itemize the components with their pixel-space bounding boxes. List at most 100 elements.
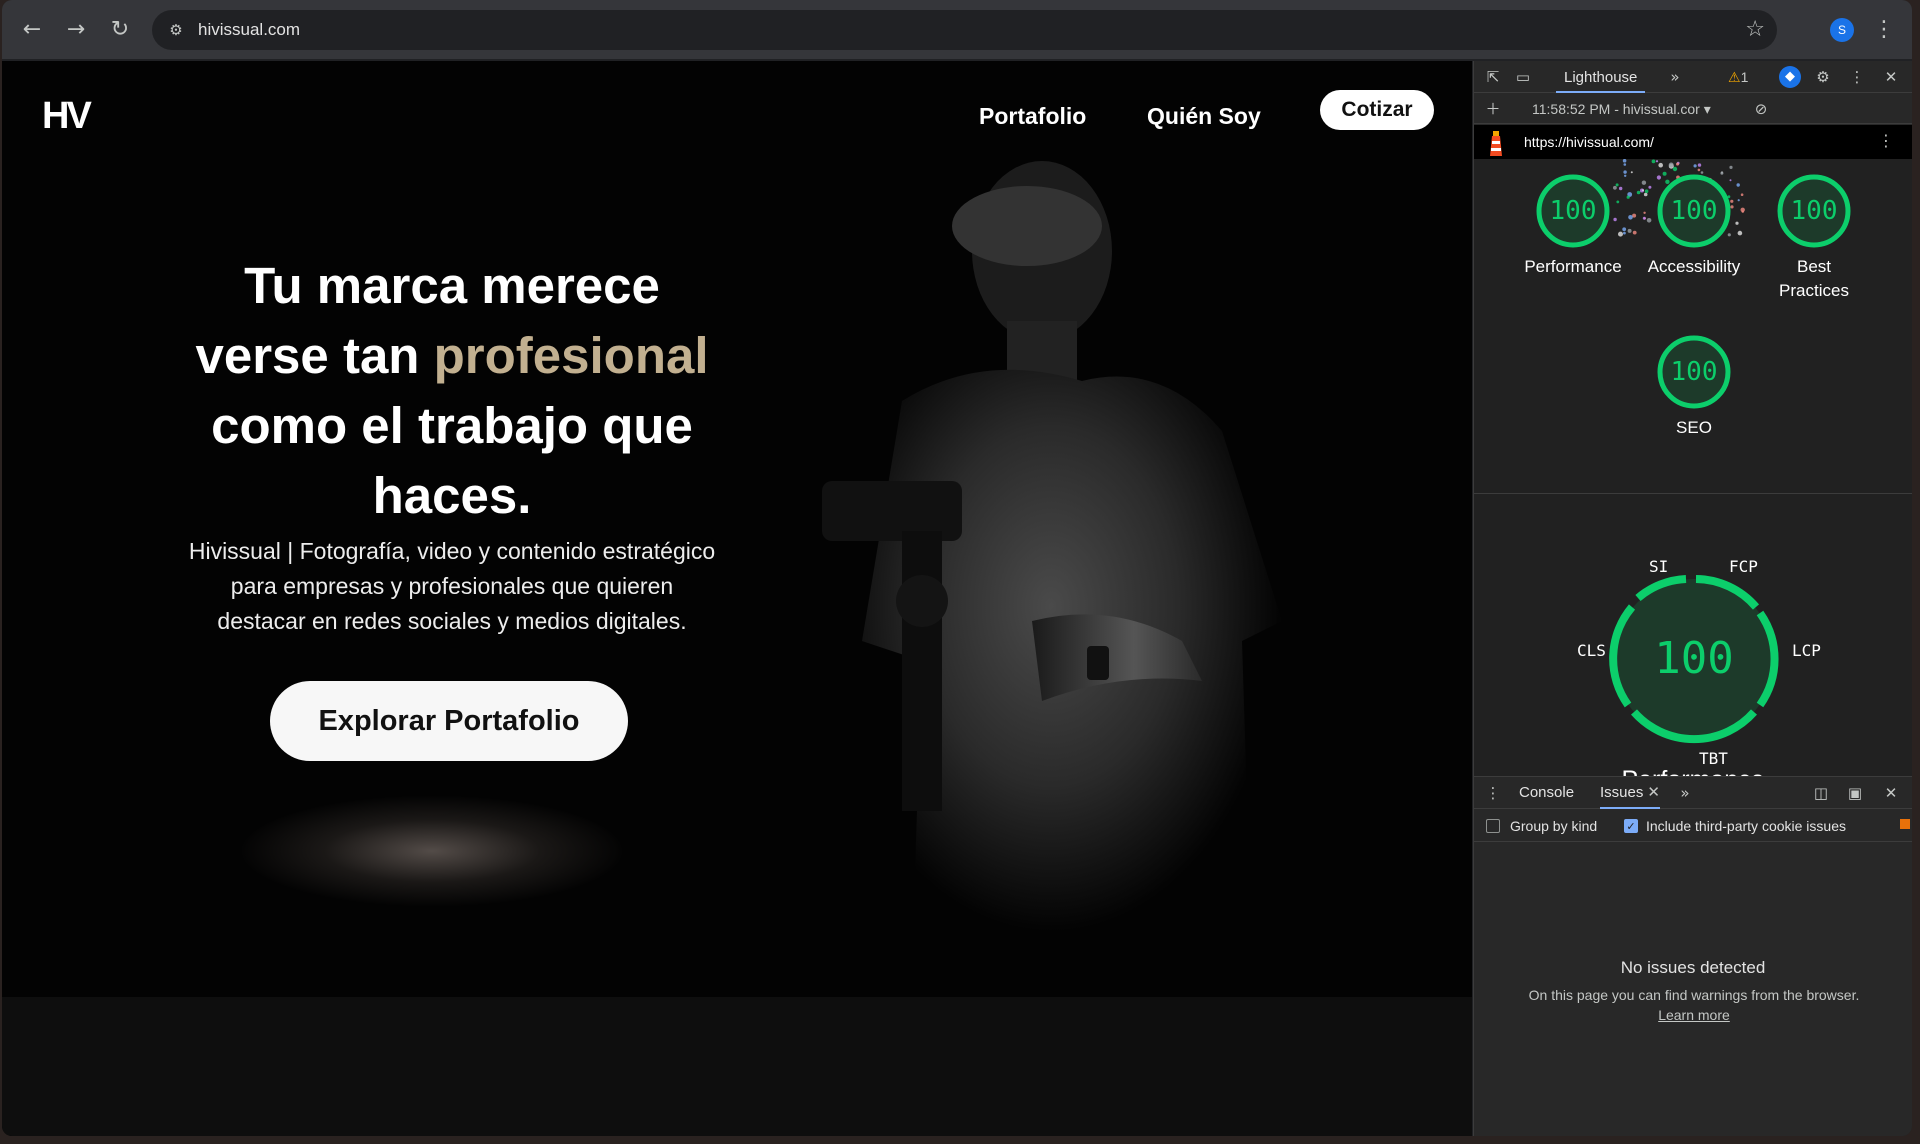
group-by-kind-label[interactable]: Group by kind [1510, 816, 1597, 836]
metric-fcp[interactable]: FCP [1729, 557, 1758, 577]
nav-portafolio[interactable]: Portafolio [979, 96, 1086, 136]
best-practices-score[interactable]: 100 [1774, 171, 1854, 251]
performance-label: Performance [1524, 257, 1622, 276]
confetti-dot [1648, 185, 1652, 189]
confetti-dot [1643, 192, 1648, 197]
confetti-dot [1628, 215, 1633, 220]
devtools-menu-icon[interactable]: ⋮ [1846, 66, 1868, 88]
metric-si[interactable]: SI [1649, 557, 1668, 577]
learn-more-link[interactable]: Learn more [1658, 1007, 1730, 1023]
drawer-tabbar: ⋮ Console Issues ✕ » ◫ ▣ ✕ [1474, 776, 1912, 809]
browser-menu-icon[interactable]: ⋮ [1872, 14, 1896, 46]
metric-lcp[interactable]: LCP [1792, 641, 1821, 661]
cotizar-button[interactable]: Cotizar [1320, 90, 1434, 130]
bookmark-star-icon[interactable]: ☆ [1745, 17, 1765, 43]
hero-photo [822, 161, 1282, 961]
close-drawer-icon[interactable]: ✕ [1880, 782, 1902, 804]
tab-lighthouse[interactable]: Lighthouse [1556, 61, 1646, 93]
seo-score[interactable]: 100 [1654, 332, 1734, 412]
performance-score[interactable]: 100 [1533, 171, 1613, 251]
close-devtools-icon[interactable]: ✕ [1880, 66, 1902, 88]
report-url[interactable]: https://hivissual.com/ [1524, 133, 1654, 151]
confetti-dot [1642, 189, 1644, 192]
browser-toolbar: ← → ↻ ⚙ hivissual.com ☆ S ⋮ [2, 0, 1912, 60]
best-practices-label-2: Practices [1779, 281, 1849, 300]
confetti-dot [1651, 159, 1656, 164]
confetti-dot [1618, 231, 1623, 237]
more-tabs-icon[interactable]: » [1664, 66, 1686, 88]
profile-avatar[interactable]: S [1830, 18, 1854, 42]
confetti-dot [1623, 170, 1627, 174]
address-bar[interactable]: ⚙ hivissual.com ☆ [152, 10, 1777, 50]
inspect-element-icon[interactable]: ⇱ [1482, 66, 1504, 88]
third-party-checkbox[interactable]: ✓ [1624, 819, 1638, 833]
metric-cls[interactable]: CLS [1577, 641, 1606, 661]
report-divider [1474, 493, 1912, 494]
confetti-dot [1622, 227, 1627, 232]
reload-icon[interactable]: ↻ [104, 14, 136, 46]
accessibility-label: Accessibility [1647, 257, 1741, 276]
confetti-dot [1615, 183, 1619, 187]
confetti-dot [1646, 218, 1652, 223]
drawer-menu-icon[interactable]: ⋮ [1482, 782, 1504, 804]
clear-reports-icon[interactable]: ⊘ [1750, 98, 1772, 120]
confetti-dot [1676, 162, 1679, 166]
tab-console[interactable]: Console [1519, 777, 1574, 809]
devtools-tabbar: ⇱ ▭ Lighthouse » ⚠1 ◆ ⚙ ⋮ ✕ [1474, 61, 1912, 93]
close-tab-icon[interactable]: ✕ [1647, 784, 1660, 801]
lighthouse-report: 100 Performance 100 Accessibility 100 Be… [1474, 159, 1912, 787]
report-selector[interactable]: 11:58:52 PM - hivissual.cor ▾ [1532, 100, 1711, 118]
lighthouse-logo-icon [1490, 131, 1502, 156]
nav-quien-soy[interactable]: Quién Soy [1147, 96, 1261, 136]
address-url[interactable]: hivissual.com [198, 20, 300, 40]
headline-line-2: verse tan profesional [132, 321, 772, 391]
confetti-dot [1642, 216, 1646, 220]
confetti-dot [1735, 221, 1739, 225]
best-practices-label-1: Best [1796, 257, 1832, 276]
headline-accent-word: profesional [433, 327, 709, 384]
site-info-icon[interactable]: ⚙ [166, 20, 186, 40]
confetti-dot [1626, 195, 1630, 199]
settings-gear-icon[interactable]: ⚙ [1812, 66, 1834, 88]
report-url-bar: https://hivissual.com/ ⋮ [1474, 125, 1912, 159]
warning-badge[interactable]: ⚠1 [1728, 67, 1748, 87]
issue-flag-icon [1900, 819, 1910, 829]
confetti-dot [1729, 165, 1733, 169]
confetti-dot [1616, 200, 1620, 204]
confetti-dot [1630, 171, 1633, 174]
best-practices-label: Best Practices [1749, 255, 1879, 303]
confetti-dot [1697, 163, 1702, 167]
confetti-dot [1636, 190, 1641, 195]
issues-toolbar: Group by kind ✓ Include third-party cook… [1474, 810, 1912, 842]
accessibility-score[interactable]: 100 [1654, 171, 1734, 251]
device-toolbar-icon[interactable]: ▭ [1512, 66, 1534, 88]
confetti-dot [1619, 186, 1623, 191]
warning-count: 1 [1740, 69, 1749, 85]
forward-icon[interactable]: → [60, 14, 92, 46]
browser-window: ← → ↻ ⚙ hivissual.com ☆ S ⋮ HV Portafoli… [2, 0, 1912, 1136]
confetti-dot [1632, 230, 1637, 235]
site-logo[interactable]: HV [42, 91, 92, 141]
subtext-line-2: para empresas y profesionales que quiere… [230, 573, 674, 599]
confetti-dot [1623, 163, 1627, 166]
confetti-dot [1668, 162, 1674, 168]
more-drawer-tabs-icon[interactable]: » [1674, 782, 1696, 804]
confetti-dot [1736, 183, 1740, 187]
back-icon[interactable]: ← [16, 14, 48, 46]
explore-portfolio-button[interactable]: Explorar Portafolio [270, 681, 628, 761]
new-report-icon[interactable]: ＋ [1482, 98, 1504, 120]
ai-assist-icon[interactable]: ◆ [1779, 66, 1801, 88]
undock-drawer-icon[interactable]: ▣ [1844, 782, 1866, 804]
devtools-panel: ⇱ ▭ Lighthouse » ⚠1 ◆ ⚙ ⋮ ✕ ＋ 11:58:52 P… [1473, 61, 1912, 1136]
tab-issues[interactable]: Issues ✕ [1600, 777, 1660, 809]
subtext-line-1: Hivissual | Fotografía, video y contenid… [188, 538, 716, 564]
report-menu-icon[interactable]: ⋮ [1878, 131, 1894, 151]
headline-line-3: como el trabajo que [211, 397, 693, 454]
performance-big-score[interactable]: 100 [1604, 569, 1784, 749]
dock-side-icon[interactable]: ◫ [1810, 782, 1832, 804]
confetti-dot [1622, 159, 1627, 163]
tab-issues-label: Issues [1600, 784, 1644, 801]
third-party-label[interactable]: Include third-party cookie issues [1646, 816, 1846, 836]
group-by-kind-checkbox[interactable] [1486, 819, 1500, 833]
confetti-dot [1641, 180, 1647, 185]
